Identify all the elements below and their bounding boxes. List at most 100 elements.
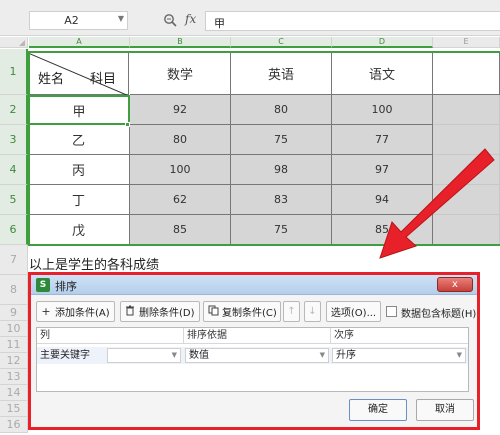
order-select[interactable]: 升序 ▼ (332, 348, 466, 363)
arrow-down-icon: ↓ (308, 306, 317, 317)
table-cell[interactable] (433, 95, 500, 125)
score-cell[interactable]: 100 (130, 155, 231, 185)
row-header-4[interactable]: 4 (0, 155, 28, 185)
table-cell[interactable] (433, 125, 500, 155)
add-condition-label: 添加条件(A) (55, 308, 110, 319)
trash-icon (124, 305, 136, 319)
dialog-title: 排序 (55, 280, 77, 293)
formula-bar: A2 ▼ fx 甲 (0, 0, 500, 36)
score-cell[interactable]: 85 (332, 215, 433, 245)
formula-value: 甲 (214, 17, 225, 30)
sort-basis-select[interactable]: 数值 ▼ (185, 348, 329, 363)
row-header-2[interactable]: 2 (0, 95, 28, 125)
ok-button[interactable]: 确定 (349, 399, 407, 421)
active-cell[interactable]: 甲 (28, 95, 130, 125)
column-header-e[interactable]: E (433, 37, 500, 48)
column-select[interactable]: ▼ (107, 348, 181, 363)
score-cell[interactable]: 80 (130, 125, 231, 155)
cancel-button[interactable]: 取消 (416, 399, 474, 421)
table-cell[interactable] (433, 215, 500, 245)
delete-condition-button[interactable]: 删除条件(D) (120, 301, 200, 322)
note-text[interactable]: 以上是学生的各科成绩 (29, 254, 159, 273)
row-header-3[interactable]: 3 (0, 125, 28, 155)
name-cell[interactable]: 丙 (28, 155, 130, 185)
row-header-1[interactable]: 1 (0, 49, 28, 95)
zoom-icon[interactable] (163, 13, 177, 27)
score-cell[interactable]: 94 (332, 185, 433, 215)
wps-logo-icon: S (36, 278, 50, 292)
header-checkbox-label: 数据包含标题(H) (401, 309, 477, 320)
column-header-d[interactable]: D (332, 37, 433, 48)
row-header-14[interactable]: 14 (0, 385, 28, 401)
score-cell[interactable]: 85 (130, 215, 231, 245)
header-label-name: 姓名 (38, 72, 65, 87)
score-cell[interactable]: 92 (130, 95, 231, 125)
row-header-9[interactable]: 9 (0, 305, 28, 321)
chevron-down-icon: ▼ (171, 351, 177, 359)
copy-icon (207, 305, 219, 319)
row-header-5[interactable]: 5 (0, 185, 28, 215)
score-cell[interactable]: 75 (231, 125, 332, 155)
close-button[interactable]: x (437, 277, 473, 292)
fill-handle[interactable] (125, 122, 130, 127)
header-cell-name-subject[interactable]: 姓名 科目 (28, 52, 129, 96)
row-header-7[interactable]: 7 (0, 245, 28, 275)
header-label-subject: 科目 (90, 72, 117, 87)
arrow-up-icon: ↑ (287, 306, 296, 317)
column-header-c[interactable]: C (231, 37, 332, 48)
add-condition-button[interactable]: + 添加条件(A) (36, 301, 115, 322)
move-down-button[interactable]: ↓ (304, 301, 321, 322)
table-cell[interactable] (433, 185, 500, 215)
column-header-a[interactable]: A (29, 37, 130, 48)
row-header-11[interactable]: 11 (0, 337, 28, 353)
header-cell-math[interactable]: 数学 (130, 52, 231, 95)
move-up-button[interactable]: ↑ (283, 301, 300, 322)
sort-basis-value: 数值 (189, 350, 209, 361)
score-cell[interactable]: 98 (231, 155, 332, 185)
row-header-10[interactable]: 10 (0, 321, 28, 337)
table-cell[interactable] (433, 155, 500, 185)
column-header-b[interactable]: B (130, 37, 231, 48)
copy-condition-button[interactable]: 复制条件(C) (203, 301, 281, 322)
row-header-15[interactable]: 15 (0, 401, 28, 417)
chevron-down-icon[interactable]: ▼ (118, 14, 124, 23)
row-header-12[interactable]: 12 (0, 353, 28, 369)
options-button[interactable]: 选项(O)... (326, 301, 381, 322)
fx-icon[interactable]: fx (185, 12, 196, 26)
column-header-order: 次序 (331, 328, 468, 344)
header-cell-english[interactable]: 英语 (231, 52, 332, 95)
delete-condition-label: 删除条件(D) (139, 308, 195, 319)
column-header-sort-basis: 排序依据 (184, 328, 330, 344)
header-cell-chinese[interactable]: 语文 (332, 52, 433, 95)
score-cell[interactable]: 100 (332, 95, 433, 125)
chevron-down-icon: ▼ (319, 351, 325, 359)
row-header-16[interactable]: 16 (0, 417, 28, 433)
table-cell[interactable] (433, 52, 500, 95)
row-header-13[interactable]: 13 (0, 369, 28, 385)
column-header-column: 列 (37, 328, 183, 344)
score-cell[interactable]: 97 (332, 155, 433, 185)
row-header-8[interactable]: 8 (0, 275, 28, 305)
sort-dialog: S 排序 x + 添加条件(A) 删除条件(D) 复制条件(C) ↑ ↓ 选项(O… (28, 272, 480, 430)
score-cell[interactable]: 75 (231, 215, 332, 245)
name-box-value: A2 (64, 14, 79, 27)
name-box[interactable]: A2 ▼ (29, 11, 128, 30)
primary-key-label: 主要关键字 (40, 350, 90, 361)
table-row[interactable]: 主要关键字 ▼ 数值 ▼ 升序 ▼ (37, 347, 468, 364)
sort-conditions-table: 列 排序依据 次序 主要关键字 ▼ 数值 ▼ 升序 ▼ (36, 327, 469, 392)
name-cell[interactable]: 戊 (28, 215, 130, 245)
score-cell[interactable]: 83 (231, 185, 332, 215)
dialog-titlebar[interactable]: S 排序 x (31, 275, 477, 295)
header-checkbox[interactable] (386, 306, 397, 317)
row-header-6[interactable]: 6 (0, 215, 28, 245)
select-all-corner[interactable] (0, 37, 28, 48)
plus-icon: + (41, 305, 51, 318)
name-cell[interactable]: 丁 (28, 185, 130, 215)
score-cell[interactable]: 80 (231, 95, 332, 125)
score-cell[interactable]: 77 (332, 125, 433, 155)
order-value: 升序 (336, 350, 356, 361)
name-cell[interactable]: 乙 (28, 125, 130, 155)
formula-input[interactable]: 甲 (205, 11, 500, 31)
chevron-down-icon: ▼ (456, 351, 462, 359)
score-cell[interactable]: 62 (130, 185, 231, 215)
